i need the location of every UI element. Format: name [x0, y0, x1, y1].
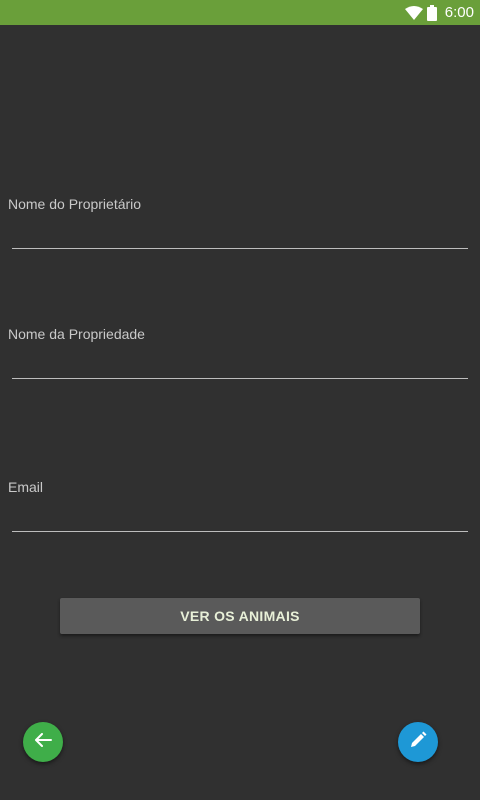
view-animals-button[interactable]: VER OS ANIMAIS [60, 598, 420, 634]
arrow-left-icon [34, 732, 52, 752]
status-icons: 6:00 [404, 0, 474, 25]
email-input[interactable] [12, 505, 468, 532]
battery-icon [426, 4, 437, 21]
wifi-icon [404, 5, 423, 20]
email-label: Email [8, 479, 44, 495]
owner-name-label: Nome do Proprietário [8, 196, 142, 212]
owner-name-input[interactable] [12, 222, 468, 249]
back-button[interactable] [23, 722, 63, 762]
status-bar: 6:00 [0, 0, 480, 25]
view-animals-label: VER OS ANIMAIS [180, 608, 300, 624]
edit-button[interactable] [398, 722, 438, 762]
property-name-input[interactable] [12, 352, 468, 379]
pencil-icon [409, 731, 427, 754]
property-name-label: Nome da Propriedade [8, 326, 145, 342]
status-time: 6:00 [444, 4, 474, 21]
